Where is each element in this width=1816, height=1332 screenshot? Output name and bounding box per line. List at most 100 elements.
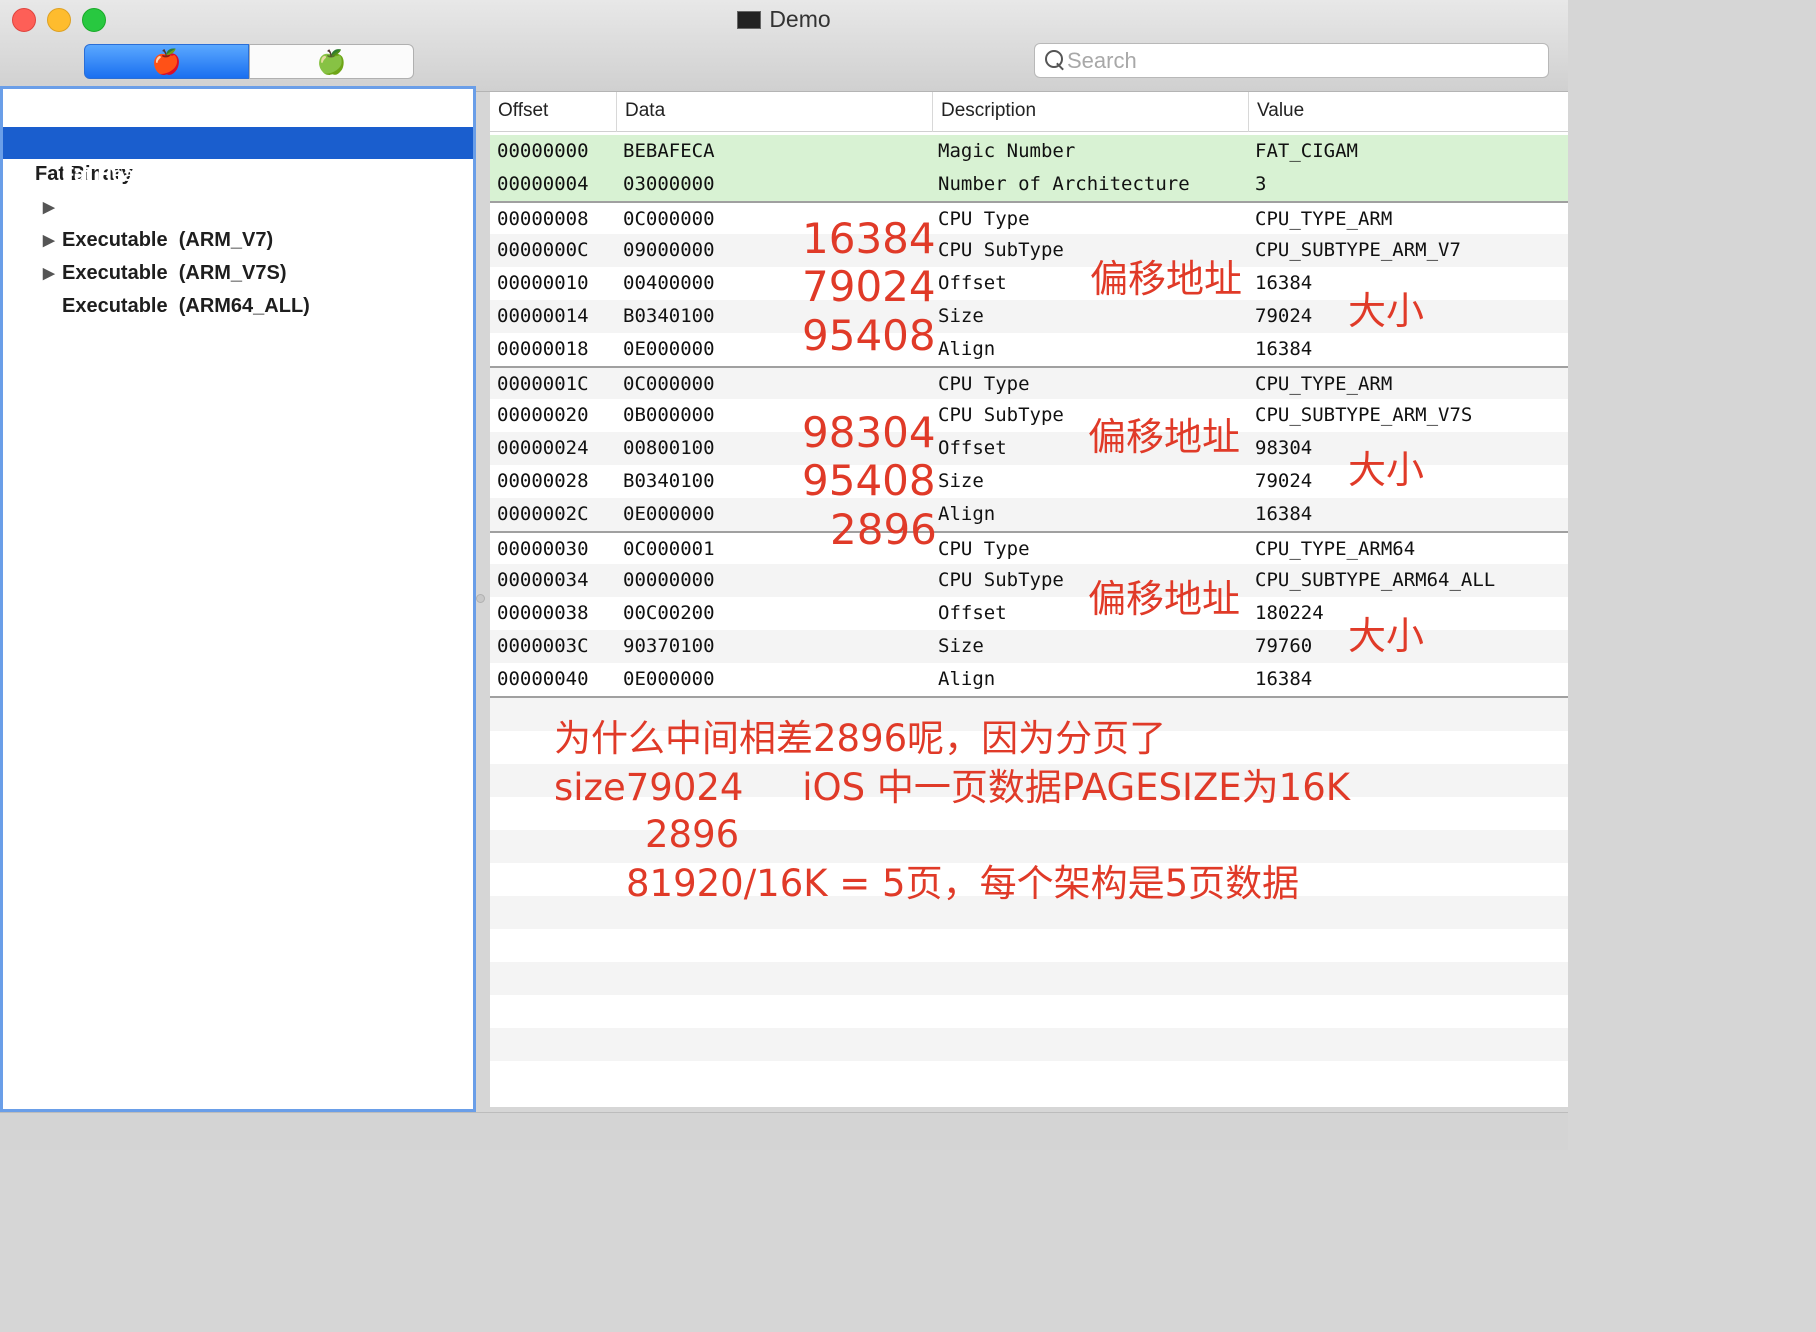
table-row[interactable]: 00000020 0B000000 CPU SubType CPU_SUBTYPE_A… <box>490 399 1568 432</box>
table-row[interactable]: 00000004 03000000 Number of Architecture 3 <box>490 168 1568 201</box>
cell-data: B0340100 <box>623 470 715 492</box>
annotation-note: 81920/16K = 5页，每个架构是5页数据 <box>626 862 1300 905</box>
cell-data: 0E000000 <box>623 503 715 525</box>
cell-value: 79024 <box>1255 470 1313 492</box>
annotation-note: size79024 iOS 中一页数据PAGESIZE为16K <box>554 766 1351 809</box>
search-icon <box>1045 50 1065 72</box>
tree-item-executable-arm-v7[interactable]: ▶ Executable (ARM_V7) <box>3 160 473 251</box>
cell-offset: 00000030 <box>497 538 589 560</box>
cell-offset: 0000001C <box>497 373 589 395</box>
cell-value: CPU_TYPE_ARM64 <box>1255 538 1416 560</box>
cell-value: CPU_SUBTYPE_ARM_V7 <box>1255 239 1461 261</box>
cell-description: Align <box>938 338 996 360</box>
cell-data: 0E000000 <box>623 668 715 690</box>
cell-offset: 00000020 <box>497 404 589 426</box>
table-header: Offset Data Description Value <box>490 92 1568 132</box>
title-bar: Demo 🍎 🍏 <box>0 0 1568 92</box>
tree-item-label: Executable (ARM_V7S) <box>62 262 287 284</box>
cell-data: 0C000000 <box>623 373 715 395</box>
empty-row <box>490 1028 1568 1061</box>
cell-value: 3 <box>1255 173 1267 195</box>
disclosure-triangle-right-icon[interactable]: ▶ <box>43 258 55 290</box>
cell-data: 0B000000 <box>623 404 715 426</box>
empty-row <box>490 929 1568 962</box>
segment-gray-apple[interactable]: 🍏 <box>249 44 414 79</box>
cell-offset: 00000018 <box>497 338 589 360</box>
annotation-number: 79024 <box>802 262 936 311</box>
cell-offset: 0000003C <box>497 635 589 657</box>
empty-row <box>490 962 1568 995</box>
cell-value: 16384 <box>1255 272 1313 294</box>
cell-offset: 00000034 <box>497 569 589 591</box>
column-header-data[interactable]: Data <box>616 92 932 132</box>
table-row[interactable]: 0000000C 09000000 CPU SubType CPU_SUBTYPE_A… <box>490 234 1568 267</box>
cell-description: Size <box>938 635 984 657</box>
cell-data: 90370100 <box>623 635 715 657</box>
cell-value: 79024 <box>1255 305 1313 327</box>
cell-description: Number of Architecture <box>938 173 1190 195</box>
annotation-offset-label: 偏移地址 <box>1088 577 1241 621</box>
tree-item-executable-arm64-all[interactable]: ▶ Executable (ARM64_ALL) <box>3 226 473 317</box>
cell-value: 16384 <box>1255 668 1313 690</box>
cell-description: CPU Type <box>938 538 1030 560</box>
tree-item-executable-arm-v7s[interactable]: ▶ Executable (ARM_V7S) <box>3 193 473 284</box>
column-header-offset[interactable]: Offset <box>490 92 616 132</box>
annotation-size-label: 大小 <box>1348 289 1425 333</box>
segment-red-apple[interactable]: 🍎 <box>84 44 249 79</box>
sidebar-outline[interactable]: ▼ Fat Binary Fat Header ▶ Executable (AR… <box>0 86 476 1112</box>
cell-description: CPU SubType <box>938 404 1064 426</box>
annotation-size-label: 大小 <box>1348 614 1425 658</box>
table-row[interactable]: 0000002C 0E000000 Align 16384 <box>490 498 1568 531</box>
empty-row <box>490 995 1568 1028</box>
annotation-number: 95408 <box>802 311 936 360</box>
cell-offset: 00000004 <box>497 173 589 195</box>
annotation-number: 2896 <box>830 505 937 554</box>
annotation-offset-label: 偏移地址 <box>1088 415 1241 459</box>
cell-value: 180224 <box>1255 602 1324 624</box>
cell-value: FAT_CIGAM <box>1255 140 1358 162</box>
cell-data: 00800100 <box>623 437 715 459</box>
search-field[interactable] <box>1034 43 1549 78</box>
cell-offset: 0000002C <box>497 503 589 525</box>
cell-data: 03000000 <box>623 173 715 195</box>
cell-data: B0340100 <box>623 305 715 327</box>
annotation-offset-label: 偏移地址 <box>1090 257 1243 301</box>
table-row[interactable]: 00000040 0E000000 Align 16384 <box>490 663 1568 696</box>
tree-item-fat-header[interactable]: Fat Header <box>3 127 473 186</box>
cell-data: 0E000000 <box>623 338 715 360</box>
annotation-number: 95408 <box>802 456 936 505</box>
cell-offset: 00000008 <box>497 208 589 230</box>
cell-value: 98304 <box>1255 437 1313 459</box>
search-input[interactable] <box>1067 46 1537 75</box>
window-title: Demo <box>0 6 1568 33</box>
table-row[interactable]: 00000034 00000000 CPU SubType CPU_SUBTYPE_A… <box>490 564 1568 597</box>
column-header-description[interactable]: Description <box>932 92 1248 132</box>
cell-value: 16384 <box>1255 503 1313 525</box>
cell-offset: 00000010 <box>497 272 589 294</box>
window-bottom-bar <box>0 1112 1568 1150</box>
column-header-value[interactable]: Value <box>1248 92 1568 132</box>
cell-description: Magic Number <box>938 140 1076 162</box>
annotation-note: 为什么中间相差2896呢，因为分页了 <box>554 717 1167 760</box>
cell-description: CPU Type <box>938 208 1030 230</box>
data-table[interactable]: Offset Data Description Value 00000000 BE… <box>490 92 1568 1107</box>
cell-value: CPU_TYPE_ARM <box>1255 208 1393 230</box>
split-view-divider-handle[interactable] <box>476 594 485 603</box>
annotation-number: 16384 <box>802 214 936 263</box>
cell-description: Offset <box>938 437 1007 459</box>
tree-item-fat-binary[interactable]: ▼ Fat Binary <box>3 94 473 185</box>
table-row[interactable]: 00000008 0C000000 CPU Type CPU_TYPE_ARM <box>490 201 1568 234</box>
table-row[interactable]: 0000001C 0C000000 CPU Type CPU_TYPE_ARM <box>490 366 1568 399</box>
table-row[interactable]: 00000030 0C000001 CPU Type CPU_TYPE_ARM64 <box>490 531 1568 564</box>
table-row[interactable]: 00000018 0E000000 Align 16384 <box>490 333 1568 366</box>
annotation-number: 98304 <box>802 408 936 457</box>
tree-item-label: Executable (ARM64_ALL) <box>62 295 310 317</box>
cell-offset: 00000038 <box>497 602 589 624</box>
empty-row <box>490 1061 1568 1094</box>
table-row[interactable]: 00000000 BEBAFECA Magic Number FAT_CIGAM <box>490 135 1568 168</box>
cell-data: BEBAFECA <box>623 140 715 162</box>
cell-offset: 00000000 <box>497 140 589 162</box>
cell-data: 00000000 <box>623 569 715 591</box>
window-title-text: Demo <box>769 6 831 32</box>
annotation-note: 2896 <box>645 813 740 856</box>
